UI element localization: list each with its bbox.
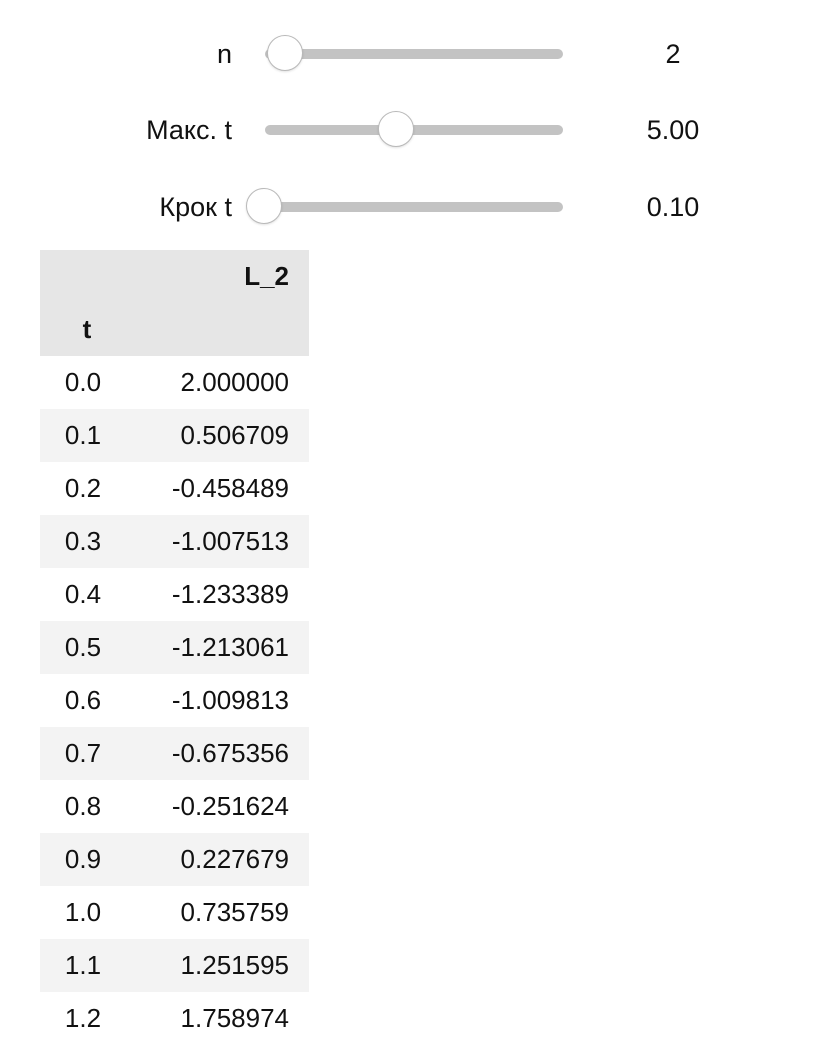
index-header-t: t	[40, 303, 126, 356]
row-value-cell: 1.758974	[180, 1003, 289, 1033]
row-index-cell: 1.1	[40, 939, 126, 992]
column-header-row: L_2	[40, 250, 309, 303]
row-index-cell: 0.9	[40, 833, 126, 886]
header-blank-cell	[40, 250, 126, 303]
table-row: 0.3 -1.007513	[40, 515, 309, 568]
table-row: 0.6 -1.009813	[40, 674, 309, 727]
slider-label-step-t: Крок t	[159, 192, 232, 222]
row-index-cell: 0.6	[64, 685, 102, 715]
table-row: 0.2 -0.458489	[40, 462, 309, 515]
row-index-cell: 0.5	[40, 621, 126, 674]
row-value-cell: -0.251624	[171, 791, 289, 821]
table-row: 0.4 -1.233389	[40, 568, 309, 621]
slider-value-n: 2	[665, 39, 681, 69]
row-value-cell: 0.227679	[126, 833, 309, 886]
row-index-cell: 0.1	[40, 409, 126, 462]
table-row: 0.5 -1.213061	[40, 621, 309, 674]
row-value-cell: -1.213061	[126, 621, 309, 674]
slider-row-max-t: Макс. t 5.00	[0, 110, 830, 150]
slider-handle-step-t[interactable]	[246, 188, 282, 224]
slider-label-n: n	[216, 39, 232, 69]
slider-track-n[interactable]	[265, 35, 563, 71]
slider-value-max-t: 5.00	[646, 115, 700, 145]
row-value-cell: -0.458489	[171, 473, 289, 503]
table-row: 0.1 0.506709	[40, 409, 309, 462]
row-index-cell: 0.4	[64, 579, 102, 609]
row-value-cell: 2.000000	[180, 367, 289, 397]
table-row: 0.8 -0.251624	[40, 780, 309, 833]
row-index-cell: 1.0	[64, 897, 102, 927]
row-index-cell: 0.3	[40, 515, 126, 568]
table-row: 0.9 0.227679	[40, 833, 309, 886]
table-row: 1.2 1.758974	[40, 992, 309, 1045]
slider-track-max-t[interactable]	[265, 111, 563, 147]
slider-handle-max-t[interactable]	[378, 111, 415, 147]
row-index-cell: 0.8	[64, 791, 102, 821]
slider-label-max-t: Макс. t	[146, 115, 232, 145]
table-row: 1.1 1.251595	[40, 939, 309, 992]
table-row: 0.7 -0.675356	[40, 727, 309, 780]
row-value-cell: -1.007513	[126, 515, 309, 568]
row-value-cell: 1.251595	[126, 939, 309, 992]
row-value-cell: -0.675356	[126, 727, 309, 780]
slider-handle-n[interactable]	[267, 35, 304, 71]
table-header: L_2 t	[40, 250, 309, 356]
slider-value-step-t: 0.10	[646, 192, 700, 222]
slider-track-step-t[interactable]	[246, 188, 563, 224]
header-blank-cell	[126, 303, 309, 356]
index-header-row: t	[40, 303, 309, 356]
row-value-cell: -1.233389	[171, 579, 289, 609]
slider-row-n: n 2	[0, 34, 830, 74]
slider-row-step-t: Крок t 0.10	[0, 187, 830, 227]
row-value-cell: 0.506709	[126, 409, 309, 462]
row-index-cell: 1.2	[64, 1003, 102, 1033]
table-body: 0.0 2.000000 0.1 0.506709 0.2 -0.458489 0.3 -1.…	[40, 356, 309, 1045]
row-value-cell: 0.735759	[180, 897, 289, 927]
dataframe-table: L_2 t 0.0 2.000000 0.1 0.506709 0.2 -0.458489…	[40, 250, 309, 1045]
table-row: 0.0 2.000000	[40, 356, 309, 409]
row-index-cell: 0.7	[40, 727, 126, 780]
column-header-l2: L_2	[126, 250, 309, 303]
row-value-cell: -1.009813	[171, 685, 289, 715]
row-index-cell: 0.0	[64, 367, 102, 397]
row-index-cell: 0.2	[64, 473, 102, 503]
table-row: 1.0 0.735759	[40, 886, 309, 939]
